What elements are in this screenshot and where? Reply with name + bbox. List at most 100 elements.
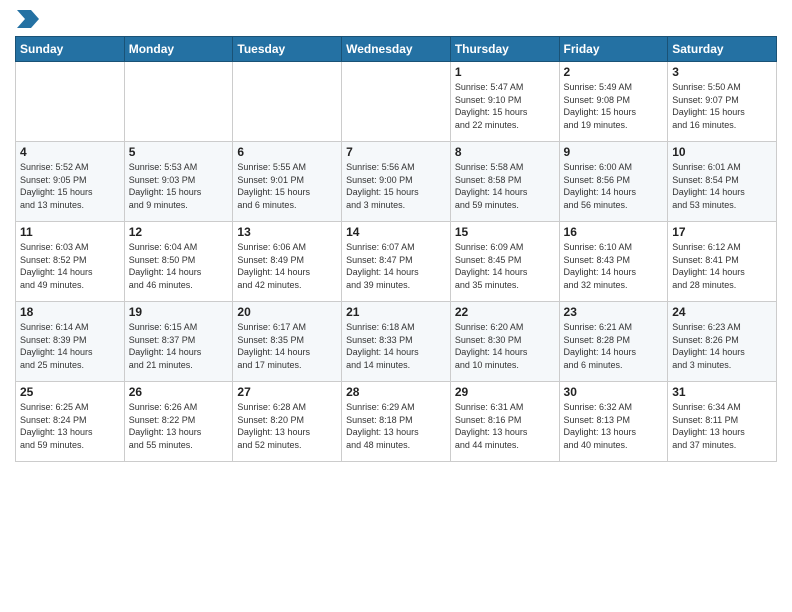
calendar-cell: 9 Sunrise: 6:00 AM Sunset: 8:56 PM Daylig… xyxy=(559,142,668,222)
day-info: Sunrise: 5:55 AM Sunset: 9:01 PM Dayligh… xyxy=(237,161,337,211)
day-number: 21 xyxy=(346,305,446,319)
weekday-header-wednesday: Wednesday xyxy=(342,37,451,62)
day-number: 4 xyxy=(20,145,120,159)
calendar-cell: 25 Sunrise: 6:25 AM Sunset: 8:24 PM Dayli… xyxy=(16,382,125,462)
calendar-cell: 2 Sunrise: 5:49 AM Sunset: 9:08 PM Daylig… xyxy=(559,62,668,142)
calendar-cell xyxy=(233,62,342,142)
day-number: 28 xyxy=(346,385,446,399)
day-info: Sunrise: 6:01 AM Sunset: 8:54 PM Dayligh… xyxy=(672,161,772,211)
header xyxy=(15,10,777,28)
calendar-body: 1Sunrise: 5:47 AM Sunset: 9:10 PM Daylig… xyxy=(16,62,777,462)
day-number: 11 xyxy=(20,225,120,239)
calendar-week-5: 25 Sunrise: 6:25 AM Sunset: 8:24 PM Dayli… xyxy=(16,382,777,462)
calendar-cell: 19 Sunrise: 6:15 AM Sunset: 8:37 PM Dayli… xyxy=(124,302,233,382)
day-info: Sunrise: 6:21 AM Sunset: 8:28 PM Dayligh… xyxy=(564,321,664,371)
calendar-cell xyxy=(124,62,233,142)
day-info: Sunrise: 6:32 AM Sunset: 8:13 PM Dayligh… xyxy=(564,401,664,451)
calendar-cell: 14 Sunrise: 6:07 AM Sunset: 8:47 PM Dayli… xyxy=(342,222,451,302)
day-info: Sunrise: 6:25 AM Sunset: 8:24 PM Dayligh… xyxy=(20,401,120,451)
day-number: 23 xyxy=(564,305,664,319)
day-info: Sunrise: 6:06 AM Sunset: 8:49 PM Dayligh… xyxy=(237,241,337,291)
day-number: 8 xyxy=(455,145,555,159)
day-number: 29 xyxy=(455,385,555,399)
day-info: Sunrise: 6:09 AM Sunset: 8:45 PM Dayligh… xyxy=(455,241,555,291)
day-number: 17 xyxy=(672,225,772,239)
weekday-header-row: SundayMondayTuesdayWednesdayThursdayFrid… xyxy=(16,37,777,62)
calendar-cell: 23 Sunrise: 6:21 AM Sunset: 8:28 PM Dayli… xyxy=(559,302,668,382)
logo xyxy=(15,10,39,28)
day-number: 10 xyxy=(672,145,772,159)
calendar-week-3: 11Sunrise: 6:03 AM Sunset: 8:52 PM Dayli… xyxy=(16,222,777,302)
calendar-week-2: 4 Sunrise: 5:52 AM Sunset: 9:05 PM Daylig… xyxy=(16,142,777,222)
day-info: Sunrise: 5:58 AM Sunset: 8:58 PM Dayligh… xyxy=(455,161,555,211)
calendar-cell: 11Sunrise: 6:03 AM Sunset: 8:52 PM Dayli… xyxy=(16,222,125,302)
day-info: Sunrise: 6:00 AM Sunset: 8:56 PM Dayligh… xyxy=(564,161,664,211)
calendar-cell: 22 Sunrise: 6:20 AM Sunset: 8:30 PM Dayli… xyxy=(450,302,559,382)
calendar-cell: 30Sunrise: 6:32 AM Sunset: 8:13 PM Dayli… xyxy=(559,382,668,462)
day-info: Sunrise: 6:23 AM Sunset: 8:26 PM Dayligh… xyxy=(672,321,772,371)
day-number: 2 xyxy=(564,65,664,79)
calendar-cell: 27 Sunrise: 6:28 AM Sunset: 8:20 PM Dayli… xyxy=(233,382,342,462)
calendar-cell: 31 Sunrise: 6:34 AM Sunset: 8:11 PM Dayli… xyxy=(668,382,777,462)
calendar-cell: 13 Sunrise: 6:06 AM Sunset: 8:49 PM Dayli… xyxy=(233,222,342,302)
day-number: 12 xyxy=(129,225,229,239)
calendar-cell: 28 Sunrise: 6:29 AM Sunset: 8:18 PM Dayli… xyxy=(342,382,451,462)
main-container: SundayMondayTuesdayWednesdayThursdayFrid… xyxy=(0,0,792,472)
calendar-cell: 1Sunrise: 5:47 AM Sunset: 9:10 PM Daylig… xyxy=(450,62,559,142)
day-number: 14 xyxy=(346,225,446,239)
calendar-cell: 29 Sunrise: 6:31 AM Sunset: 8:16 PM Dayli… xyxy=(450,382,559,462)
calendar-cell: 10 Sunrise: 6:01 AM Sunset: 8:54 PM Dayli… xyxy=(668,142,777,222)
day-number: 27 xyxy=(237,385,337,399)
day-number: 22 xyxy=(455,305,555,319)
calendar-cell: 3 Sunrise: 5:50 AM Sunset: 9:07 PM Daylig… xyxy=(668,62,777,142)
day-number: 13 xyxy=(237,225,337,239)
calendar-cell: 16Sunrise: 6:10 AM Sunset: 8:43 PM Dayli… xyxy=(559,222,668,302)
day-info: Sunrise: 5:49 AM Sunset: 9:08 PM Dayligh… xyxy=(564,81,664,131)
day-info: Sunrise: 5:50 AM Sunset: 9:07 PM Dayligh… xyxy=(672,81,772,131)
day-info: Sunrise: 6:04 AM Sunset: 8:50 PM Dayligh… xyxy=(129,241,229,291)
calendar-cell xyxy=(342,62,451,142)
day-number: 20 xyxy=(237,305,337,319)
day-info: Sunrise: 6:28 AM Sunset: 8:20 PM Dayligh… xyxy=(237,401,337,451)
weekday-header-monday: Monday xyxy=(124,37,233,62)
day-number: 1 xyxy=(455,65,555,79)
calendar-cell: 8 Sunrise: 5:58 AM Sunset: 8:58 PM Daylig… xyxy=(450,142,559,222)
day-info: Sunrise: 6:34 AM Sunset: 8:11 PM Dayligh… xyxy=(672,401,772,451)
logo-arrow-icon xyxy=(17,10,39,28)
day-info: Sunrise: 6:18 AM Sunset: 8:33 PM Dayligh… xyxy=(346,321,446,371)
calendar-cell: 24 Sunrise: 6:23 AM Sunset: 8:26 PM Dayli… xyxy=(668,302,777,382)
calendar-week-4: 18 Sunrise: 6:14 AM Sunset: 8:39 PM Dayli… xyxy=(16,302,777,382)
day-number: 5 xyxy=(129,145,229,159)
calendar-cell: 7Sunrise: 5:56 AM Sunset: 9:00 PM Daylig… xyxy=(342,142,451,222)
calendar-cell: 12 Sunrise: 6:04 AM Sunset: 8:50 PM Dayli… xyxy=(124,222,233,302)
calendar-cell: 4 Sunrise: 5:52 AM Sunset: 9:05 PM Daylig… xyxy=(16,142,125,222)
calendar-cell: 17Sunrise: 6:12 AM Sunset: 8:41 PM Dayli… xyxy=(668,222,777,302)
day-number: 31 xyxy=(672,385,772,399)
calendar-cell: 6Sunrise: 5:55 AM Sunset: 9:01 PM Daylig… xyxy=(233,142,342,222)
calendar-cell: 26Sunrise: 6:26 AM Sunset: 8:22 PM Dayli… xyxy=(124,382,233,462)
day-info: Sunrise: 6:15 AM Sunset: 8:37 PM Dayligh… xyxy=(129,321,229,371)
calendar-header: SundayMondayTuesdayWednesdayThursdayFrid… xyxy=(16,37,777,62)
day-number: 9 xyxy=(564,145,664,159)
day-number: 16 xyxy=(564,225,664,239)
calendar-table: SundayMondayTuesdayWednesdayThursdayFrid… xyxy=(15,36,777,462)
day-number: 3 xyxy=(672,65,772,79)
day-number: 25 xyxy=(20,385,120,399)
weekday-header-sunday: Sunday xyxy=(16,37,125,62)
day-info: Sunrise: 6:26 AM Sunset: 8:22 PM Dayligh… xyxy=(129,401,229,451)
day-info: Sunrise: 5:53 AM Sunset: 9:03 PM Dayligh… xyxy=(129,161,229,211)
day-info: Sunrise: 6:07 AM Sunset: 8:47 PM Dayligh… xyxy=(346,241,446,291)
day-number: 24 xyxy=(672,305,772,319)
day-number: 18 xyxy=(20,305,120,319)
calendar-week-1: 1Sunrise: 5:47 AM Sunset: 9:10 PM Daylig… xyxy=(16,62,777,142)
day-info: Sunrise: 6:20 AM Sunset: 8:30 PM Dayligh… xyxy=(455,321,555,371)
calendar-cell: 18 Sunrise: 6:14 AM Sunset: 8:39 PM Dayli… xyxy=(16,302,125,382)
weekday-header-saturday: Saturday xyxy=(668,37,777,62)
day-info: Sunrise: 6:14 AM Sunset: 8:39 PM Dayligh… xyxy=(20,321,120,371)
weekday-header-friday: Friday xyxy=(559,37,668,62)
day-info: Sunrise: 6:29 AM Sunset: 8:18 PM Dayligh… xyxy=(346,401,446,451)
day-info: Sunrise: 6:31 AM Sunset: 8:16 PM Dayligh… xyxy=(455,401,555,451)
weekday-header-thursday: Thursday xyxy=(450,37,559,62)
day-number: 19 xyxy=(129,305,229,319)
day-info: Sunrise: 5:52 AM Sunset: 9:05 PM Dayligh… xyxy=(20,161,120,211)
